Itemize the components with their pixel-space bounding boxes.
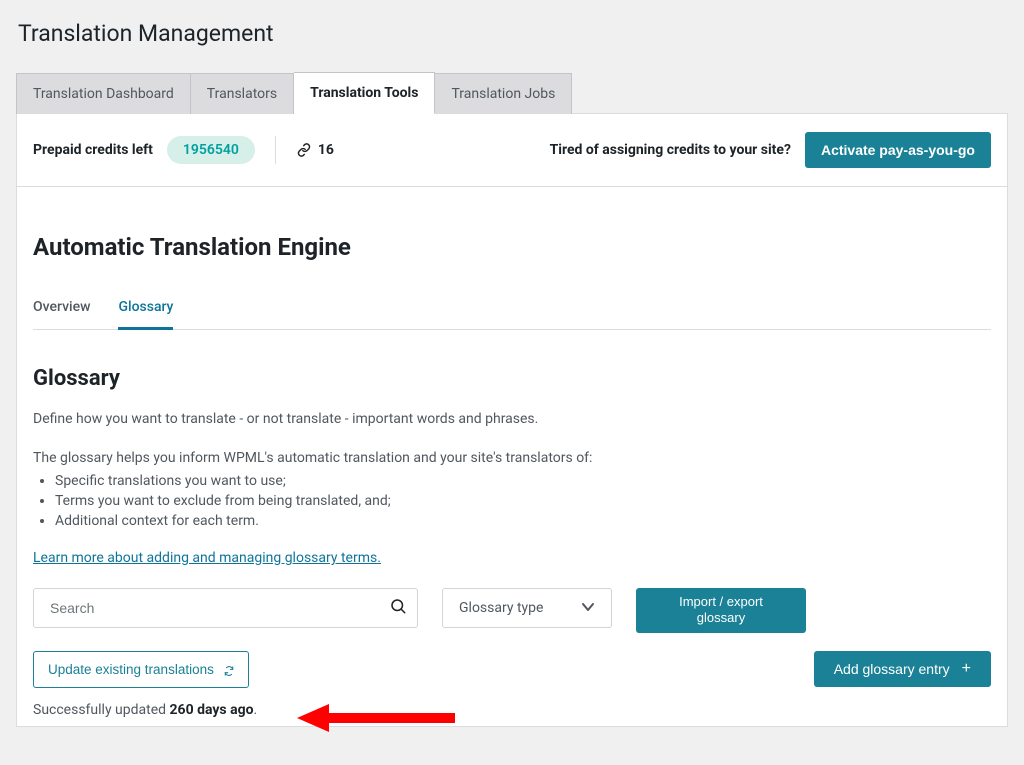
glossary-heading: Glossary xyxy=(33,366,991,391)
search-input[interactable] xyxy=(48,599,389,617)
glossary-helper: The glossary helps you inform WPML's aut… xyxy=(33,448,991,469)
bullet-item: Terms you want to exclude from being tra… xyxy=(55,493,991,509)
tab-translation-dashboard[interactable]: Translation Dashboard xyxy=(16,73,191,114)
divider xyxy=(275,136,276,164)
glossary-toolbar: Glossary type Import / export glossary xyxy=(33,588,991,633)
section-title: Automatic Translation Engine xyxy=(33,233,991,261)
tools-panel: Prepaid credits left 1956540 16 Tired of… xyxy=(16,114,1008,727)
bullet-item: Additional context for each term. xyxy=(55,513,991,529)
update-existing-button[interactable]: Update existing translations xyxy=(33,651,249,688)
bottom-row: Update existing translations Add glossar… xyxy=(33,651,991,688)
credits-bar: Prepaid credits left 1956540 16 Tired of… xyxy=(17,114,1007,187)
linked-count[interactable]: 16 xyxy=(296,142,334,158)
credits-value-pill: 1956540 xyxy=(167,136,255,164)
tab-translation-tools[interactable]: Translation Tools xyxy=(294,72,435,114)
status-value: 260 days ago xyxy=(170,702,254,718)
bullet-item: Specific translations you want to use; xyxy=(55,473,991,489)
subtab-glossary[interactable]: Glossary xyxy=(118,297,173,330)
tab-translators[interactable]: Translators xyxy=(191,73,294,114)
search-icon xyxy=(389,597,407,619)
glossary-type-label: Glossary type xyxy=(459,600,543,616)
engine-subtabs: Overview Glossary xyxy=(33,297,991,330)
refresh-icon xyxy=(224,664,234,674)
glossary-intro: Define how you want to translate - or no… xyxy=(33,409,991,430)
add-entry-label: Add glossary entry xyxy=(834,661,950,677)
cta-text: Tired of assigning credits to your site? xyxy=(550,142,791,158)
learn-more-link[interactable]: Learn more about adding and managing glo… xyxy=(33,550,381,566)
search-input-wrap[interactable] xyxy=(33,588,418,628)
main-tabs: Translation Dashboard Translators Transl… xyxy=(16,71,1008,114)
page-title: Translation Management xyxy=(18,20,1008,47)
glossary-bullets: Specific translations you want to use; T… xyxy=(33,473,991,529)
glossary-type-select[interactable]: Glossary type xyxy=(442,588,612,628)
credits-label: Prepaid credits left xyxy=(33,142,153,158)
import-export-button[interactable]: Import / export glossary xyxy=(636,588,806,633)
linked-count-value: 16 xyxy=(318,142,334,158)
tab-translation-jobs[interactable]: Translation Jobs xyxy=(435,73,572,114)
subtab-overview[interactable]: Overview xyxy=(33,297,90,330)
update-existing-label: Update existing translations xyxy=(48,662,214,677)
status-line: Successfully updated 260 days ago. xyxy=(33,702,991,718)
status-prefix: Successfully updated xyxy=(33,702,170,718)
link-icon xyxy=(296,143,312,157)
plus-icon: + xyxy=(962,665,971,673)
add-glossary-entry-button[interactable]: Add glossary entry + xyxy=(814,651,991,687)
chevron-down-icon xyxy=(581,600,595,616)
status-suffix: . xyxy=(253,702,257,718)
activate-payg-button[interactable]: Activate pay-as-you-go xyxy=(805,132,991,168)
